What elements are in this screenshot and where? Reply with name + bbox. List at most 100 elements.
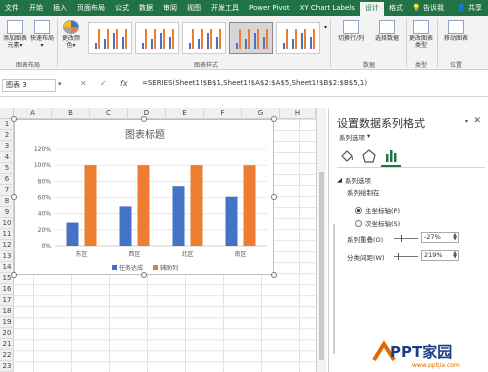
enter-icon[interactable]: ✓ [100, 79, 107, 88]
row-header-12[interactable]: 12 [0, 240, 14, 251]
row-header-20[interactable]: 20 [0, 328, 14, 339]
change-chart-type-button[interactable]: 更改图表类型 [408, 20, 434, 49]
row-header-3[interactable]: 3 [0, 141, 14, 152]
row-header-23[interactable]: 23 [0, 361, 14, 372]
series-options-bar-icon[interactable] [383, 148, 399, 164]
select-data-button[interactable]: 选择数据 [370, 20, 404, 42]
resize-handle[interactable] [11, 194, 17, 200]
move-chart-button[interactable]: 移动图表 [440, 20, 472, 42]
tab-4[interactable]: 公式 [110, 0, 134, 16]
styles-more-icon[interactable]: ▾ [324, 24, 327, 31]
tab-3[interactable]: 页面布局 [72, 0, 110, 16]
chart-style-thumbnail[interactable] [135, 22, 179, 54]
chart-object[interactable]: 图表标题 0% 20% 40% 60% 80% 100% 120% 东区 西区 北区 南区 任务达成… [14, 119, 274, 275]
tab-9[interactable]: Power Pivot [244, 0, 295, 16]
insert-function-icon[interactable]: fx [120, 79, 128, 88]
tab-5[interactable]: 数据 [134, 0, 158, 16]
tab-6[interactable]: 审阅 [158, 0, 182, 16]
slider-thumb[interactable] [398, 253, 399, 260]
scroll-thumb[interactable] [319, 172, 324, 360]
tab-12[interactable]: 格式 [384, 0, 408, 16]
vertical-scrollbar[interactable] [316, 108, 326, 372]
tab-10[interactable]: XY Chart Labels [295, 0, 360, 16]
gap-width-slider[interactable] [394, 253, 418, 260]
row-header-22[interactable]: 22 [0, 350, 14, 361]
share-button[interactable]: 👤 共享 [457, 0, 482, 16]
bar-task-3[interactable] [225, 196, 238, 246]
primary-axis-radio[interactable]: 主坐标轴(P) [355, 205, 400, 215]
chart-plot-area[interactable]: 0% 20% 40% 60% 80% 100% 120% 东区 西区 北区 南区 [15, 120, 275, 276]
spinner-arrows-icon[interactable]: ▲ ▼ [453, 251, 457, 260]
row-header-11[interactable]: 11 [0, 229, 14, 240]
row-header-4[interactable]: 4 [0, 152, 14, 163]
formula-input[interactable]: =SERIES(Sheet1!$B$1,Sheet1!$A$2:$A$5,She… [142, 79, 367, 87]
chart-style-thumbnail[interactable] [276, 22, 320, 54]
legend-entry[interactable]: 辅助列 [153, 263, 178, 272]
column-header-B[interactable]: B [52, 108, 90, 119]
resize-handle[interactable] [271, 272, 277, 278]
pane-options-dropdown-icon[interactable]: ▾ [465, 118, 468, 125]
row-header-6[interactable]: 6 [0, 174, 14, 185]
column-header-H[interactable]: H [280, 108, 316, 119]
tab-8[interactable]: 开发工具 [206, 0, 244, 16]
row-header-10[interactable]: 10 [0, 218, 14, 229]
row-header-21[interactable]: 21 [0, 339, 14, 350]
row-header-9[interactable]: 9 [0, 207, 14, 218]
chart-style-thumbnail[interactable] [88, 22, 132, 54]
tab-1[interactable]: 开始 [24, 0, 48, 16]
resize-handle[interactable] [141, 116, 147, 122]
legend-entry[interactable]: 任务达成 [111, 263, 143, 272]
row-header-18[interactable]: 18 [0, 306, 14, 317]
resize-handle[interactable] [141, 272, 147, 278]
name-box[interactable]: 图表 3 [2, 79, 56, 92]
column-header-D[interactable]: D [128, 108, 166, 119]
series-options-section-header[interactable]: ◢ 系列选项 [337, 175, 371, 185]
bar-task-2[interactable] [172, 186, 185, 246]
spinner-arrows-icon[interactable]: ▲ ▼ [453, 233, 457, 242]
column-header-C[interactable]: C [90, 108, 128, 119]
bar-helper-2[interactable] [190, 165, 203, 246]
row-header-17[interactable]: 17 [0, 295, 14, 306]
bar-helper-3[interactable] [243, 165, 256, 246]
close-icon[interactable]: ✕ [473, 116, 481, 126]
tell-me-box[interactable]: 💡 告诉我 [412, 0, 444, 16]
add-chart-element-button[interactable]: 添加图表元素▾ [2, 20, 28, 49]
change-colors-button[interactable]: 更改颜色▾ [60, 20, 82, 49]
row-header-16[interactable]: 16 [0, 284, 14, 295]
bar-task-0[interactable] [66, 222, 79, 246]
slider-thumb[interactable] [401, 235, 402, 242]
resize-handle[interactable] [271, 116, 277, 122]
row-header-5[interactable]: 5 [0, 163, 14, 174]
tab-0[interactable]: 文件 [0, 0, 24, 16]
series-overlap-slider[interactable] [394, 235, 418, 242]
series-options-dropdown[interactable]: 系列选项 ▾ [339, 132, 370, 142]
column-header-E[interactable]: E [166, 108, 204, 119]
row-header-2[interactable]: 2 [0, 130, 14, 141]
switch-row-column-button[interactable]: 切换行/列 [334, 20, 368, 42]
gap-width-spinner[interactable]: 219% ▲ ▼ [421, 250, 459, 261]
secondary-axis-radio[interactable]: 次坐标轴(S) [355, 218, 400, 228]
tab-2[interactable]: 插入 [48, 0, 72, 16]
resize-handle[interactable] [11, 116, 17, 122]
series-overlap-spinner[interactable]: -27% ▲ ▼ [421, 232, 459, 243]
name-box-dropdown-icon[interactable]: ▾ [58, 80, 62, 88]
bar-helper-1[interactable] [137, 165, 150, 246]
resize-handle[interactable] [11, 272, 17, 278]
bar-task-1[interactable] [119, 206, 132, 246]
chart-style-thumbnail[interactable] [229, 22, 273, 54]
column-header-A[interactable]: A [14, 108, 52, 119]
fill-line-icon[interactable] [339, 148, 355, 164]
effects-icon[interactable] [361, 148, 377, 164]
resize-handle[interactable] [271, 194, 277, 200]
quick-layout-button[interactable]: 快速布局▾ [30, 20, 54, 49]
cancel-icon[interactable]: ✕ [80, 79, 87, 88]
tab-11[interactable]: 设计 [359, 2, 384, 16]
pane-scrollbar[interactable] [333, 224, 335, 354]
row-header-13[interactable]: 13 [0, 251, 14, 262]
tab-7[interactable]: 视图 [182, 0, 206, 16]
chart-style-thumbnail[interactable] [182, 22, 226, 54]
row-header-19[interactable]: 19 [0, 317, 14, 328]
bar-helper-0[interactable] [84, 165, 97, 246]
column-header-F[interactable]: F [204, 108, 242, 119]
chart-legend[interactable]: 任务达成 辅助列 [15, 263, 275, 272]
